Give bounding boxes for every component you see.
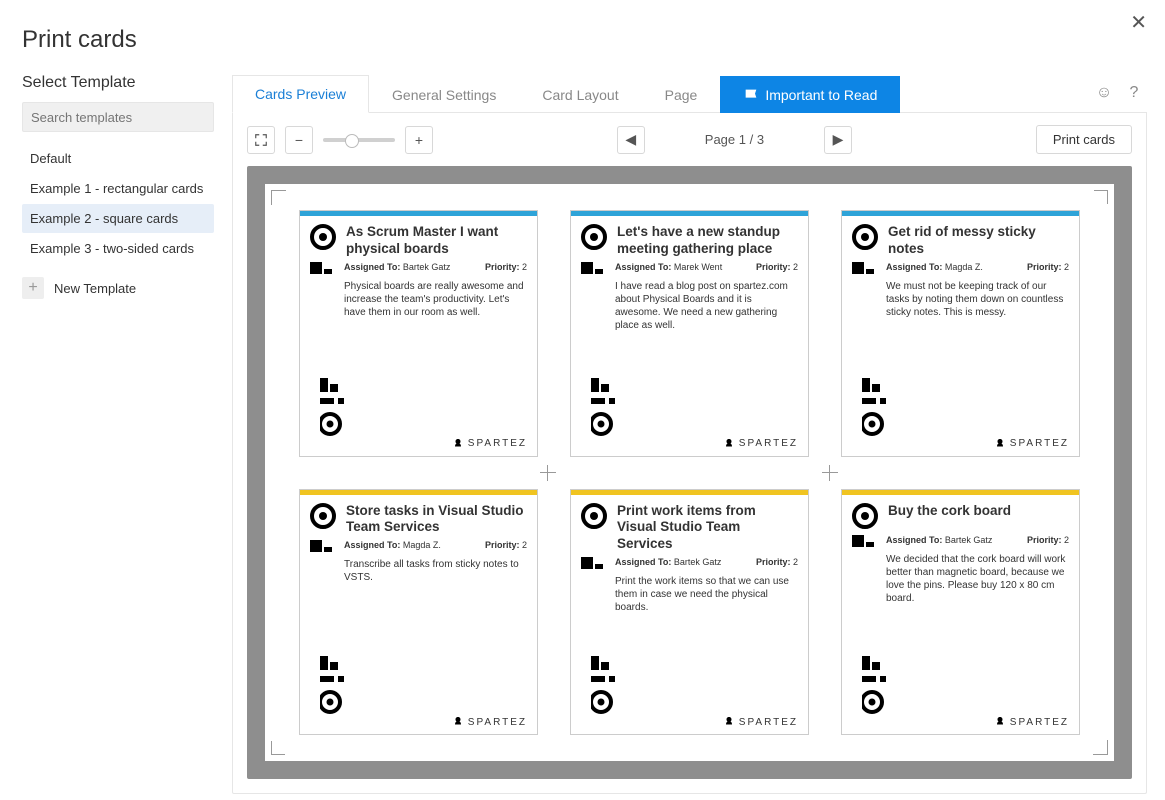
card-meta: Assigned To: Bartek GatzPriority: 2	[886, 535, 1069, 549]
meta-icon	[310, 262, 336, 276]
card-title: As Scrum Master I want physical boards	[346, 224, 527, 258]
template-item[interactable]: Default	[22, 144, 214, 173]
qr-code	[852, 378, 1069, 438]
next-page-button[interactable]: ▶	[824, 126, 852, 154]
smiley-icon[interactable]: ☺	[1095, 84, 1113, 102]
card-body: We must not be keeping track of our task…	[842, 276, 1079, 378]
card-body: Print the work items so that we can use …	[571, 571, 808, 656]
print-card: Store tasks in Visual Studio Team Servic…	[299, 489, 538, 736]
target-icon	[310, 224, 338, 252]
card-body: I have read a blog post on spartez.com a…	[571, 276, 808, 378]
print-sheet: As Scrum Master I want physical boards As…	[265, 184, 1114, 761]
template-item[interactable]: Example 1 - rectangular cards	[22, 174, 214, 203]
card-meta: Assigned To: Bartek GatzPriority: 2	[344, 262, 527, 276]
target-icon	[852, 224, 880, 252]
meta-icon	[852, 535, 878, 549]
page-title: Print cards	[0, 0, 1165, 74]
card-meta: Assigned To: Magda Z.Priority: 2	[886, 262, 1069, 276]
qr-code	[581, 656, 798, 716]
toolbar: − + ◀ Page 1 / 3 ▶ Print cards	[247, 125, 1132, 154]
card-meta: Assigned To: Marek WentPriority: 2	[615, 262, 798, 276]
tabs-row: Cards PreviewGeneral SettingsCard Layout…	[232, 74, 1147, 113]
meta-icon	[581, 557, 607, 571]
new-template-label: New Template	[54, 281, 136, 296]
main: Cards PreviewGeneral SettingsCard Layout…	[220, 74, 1165, 794]
target-icon	[310, 503, 338, 531]
expand-icon	[254, 133, 268, 147]
print-card: Print work items from Visual Studio Team…	[570, 489, 809, 736]
search-input[interactable]	[31, 110, 207, 125]
zoom-in-button[interactable]: +	[405, 126, 433, 154]
sidebar-heading: Select Template	[22, 74, 214, 92]
print-card: Buy the cork board Assigned To: Bartek Ga…	[841, 489, 1080, 736]
new-template-button[interactable]: + New Template	[22, 277, 214, 299]
card-title: Let's have a new standup meeting gatheri…	[617, 224, 798, 258]
preview-area: As Scrum Master I want physical boards As…	[247, 166, 1132, 779]
card-title: Print work items from Visual Studio Team…	[617, 503, 798, 554]
brand-logo: SPARTEZ	[994, 438, 1069, 450]
card-title: Get rid of messy sticky notes	[888, 224, 1069, 258]
tab-card-layout[interactable]: Card Layout	[519, 76, 641, 113]
print-card: Let's have a new standup meeting gatheri…	[570, 210, 809, 457]
template-item[interactable]: Example 2 - square cards	[22, 204, 214, 233]
tab-important-to-read[interactable]: Important to Read	[720, 76, 900, 113]
close-icon[interactable]: ✕	[1130, 10, 1147, 35]
page-indicator: Page 1 / 3	[705, 132, 764, 147]
brand-logo: SPARTEZ	[452, 438, 527, 450]
meta-icon	[310, 540, 336, 554]
qr-code	[852, 656, 1069, 716]
brand-logo: SPARTEZ	[994, 716, 1069, 728]
brand-logo: SPARTEZ	[723, 716, 798, 728]
card-title: Buy the cork board	[888, 503, 1011, 531]
search-templates[interactable]	[22, 102, 214, 132]
prev-page-button[interactable]: ◀	[617, 126, 645, 154]
qr-code	[310, 656, 527, 716]
tab-page[interactable]: Page	[642, 76, 721, 113]
meta-icon	[852, 262, 878, 276]
card-meta: Assigned To: Bartek GatzPriority: 2	[615, 557, 798, 571]
template-list: DefaultExample 1 - rectangular cardsExam…	[22, 144, 214, 263]
print-card: Get rid of messy sticky notes Assigned To…	[841, 210, 1080, 457]
qr-code	[310, 378, 527, 438]
print-card: As Scrum Master I want physical boards As…	[299, 210, 538, 457]
preview-panel: − + ◀ Page 1 / 3 ▶ Print cards As Scrum …	[232, 113, 1147, 794]
card-meta: Assigned To: Magda Z.Priority: 2	[344, 540, 527, 554]
card-title: Store tasks in Visual Studio Team Servic…	[346, 503, 527, 537]
help-icon[interactable]: ?	[1125, 84, 1143, 102]
target-icon	[581, 503, 609, 531]
fullscreen-button[interactable]	[247, 126, 275, 154]
zoom-out-button[interactable]: −	[285, 126, 313, 154]
plus-icon: +	[22, 277, 44, 299]
tab-general-settings[interactable]: General Settings	[369, 76, 519, 113]
template-item[interactable]: Example 3 - two-sided cards	[22, 234, 214, 263]
sidebar: Select Template DefaultExample 1 - recta…	[0, 74, 220, 794]
card-body: Transcribe all tasks from sticky notes t…	[300, 554, 537, 656]
tab-cards-preview[interactable]: Cards Preview	[232, 75, 369, 113]
card-body: Physical boards are really awesome and i…	[300, 276, 537, 378]
print-cards-button[interactable]: Print cards	[1036, 125, 1132, 154]
target-icon	[852, 503, 880, 531]
brand-logo: SPARTEZ	[452, 716, 527, 728]
zoom-slider[interactable]	[323, 138, 395, 142]
qr-code	[581, 378, 798, 438]
brand-logo: SPARTEZ	[723, 438, 798, 450]
card-body: We decided that the cork board will work…	[842, 549, 1079, 657]
target-icon	[581, 224, 609, 252]
meta-icon	[581, 262, 607, 276]
